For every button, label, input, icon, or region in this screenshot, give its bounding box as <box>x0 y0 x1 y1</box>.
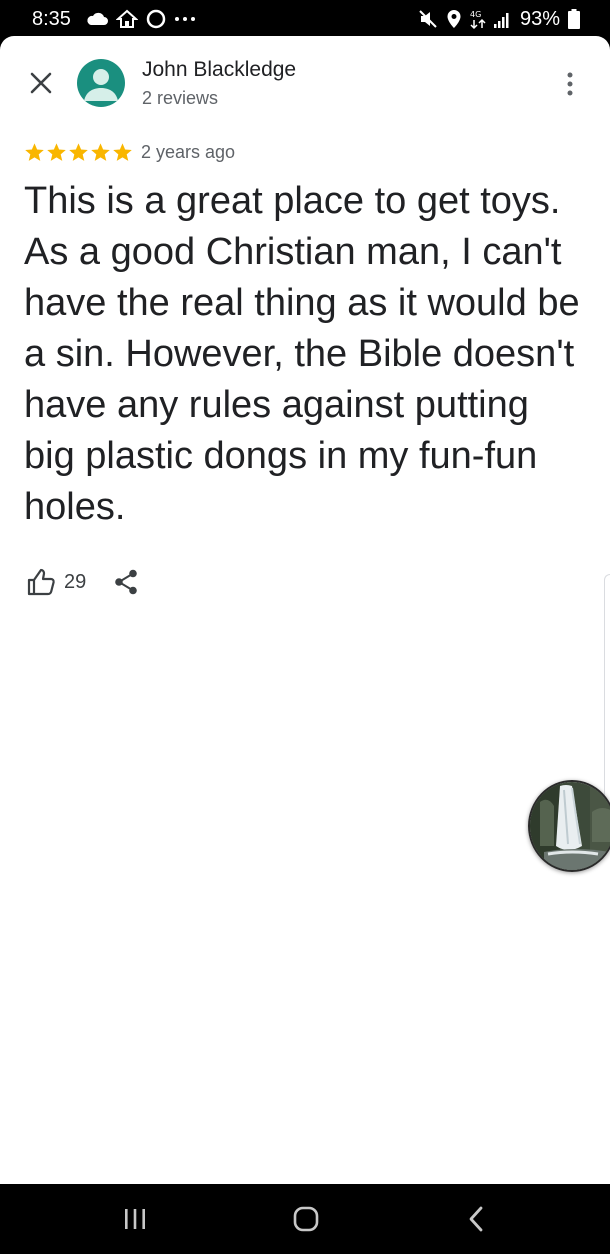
back-icon <box>469 1206 483 1232</box>
recent-apps-icon <box>125 1209 145 1229</box>
cloud-icon <box>87 12 108 25</box>
review-text: This is a great place to get toys. As a … <box>24 180 580 528</box>
close-icon <box>30 72 52 94</box>
location-icon <box>447 10 461 28</box>
floating-video-bubble[interactable] <box>528 780 610 872</box>
recent-apps-button[interactable] <box>115 1202 155 1236</box>
review-actions: 29 <box>26 564 138 600</box>
waterfall-thumbnail-image <box>530 782 610 870</box>
back-button[interactable] <box>456 1202 496 1236</box>
author-name[interactable]: John Blackledge <box>142 58 296 82</box>
star-icon <box>47 142 66 161</box>
battery-icon <box>568 9 580 29</box>
star-icon <box>113 142 132 161</box>
edge-panel-handle[interactable] <box>604 574 610 812</box>
home-icon <box>293 1206 319 1232</box>
like-button[interactable]: 29 <box>26 568 86 596</box>
navigation-bar <box>0 1184 610 1254</box>
home-icon <box>116 9 138 28</box>
svg-text:4G: 4G <box>470 10 481 19</box>
home-button[interactable] <box>286 1202 326 1236</box>
more-dots-icon <box>175 17 195 21</box>
mute-icon <box>419 10 437 28</box>
share-button[interactable] <box>114 569 138 595</box>
star-icon <box>25 142 44 161</box>
author-review-count: 2 reviews <box>142 88 219 108</box>
alexa-ring-icon <box>146 9 166 29</box>
status-right-icons: 4G 93% <box>418 8 580 30</box>
data-transfer-icon: 4G <box>470 10 486 30</box>
star-icon <box>69 142 88 161</box>
signal-icon <box>493 13 509 28</box>
star-icon <box>91 142 110 161</box>
like-count: 29 <box>64 570 87 593</box>
more-options-button[interactable] <box>558 70 582 98</box>
review-sheet: John Blackledge 2 reviews 2 years ago Th… <box>0 36 610 1184</box>
thumb-up-icon <box>27 568 55 596</box>
status-left-icons <box>86 8 196 30</box>
star-rating <box>24 142 133 163</box>
status-bar: 8:35 4G 93% <box>0 0 610 38</box>
review-date: 2 years ago <box>141 141 236 162</box>
share-icon <box>115 569 138 595</box>
close-button[interactable] <box>24 66 58 100</box>
rating-row: 2 years ago <box>24 140 235 164</box>
battery-percent: 93% <box>519 7 560 30</box>
avatar[interactable] <box>77 59 125 107</box>
person-avatar-icon <box>84 69 118 101</box>
more-vert-icon <box>567 72 573 96</box>
status-time: 8:35 <box>32 8 71 30</box>
